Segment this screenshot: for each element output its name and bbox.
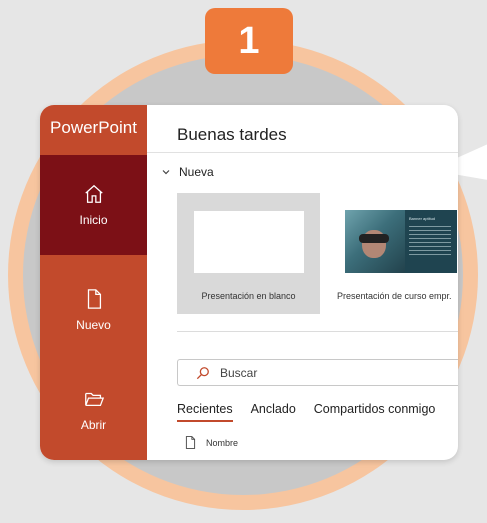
sidebar-item-label: Abrir <box>80 418 107 432</box>
folder-open-icon <box>84 392 104 407</box>
sidebar-item-abrir[interactable]: Abrir <box>40 360 147 460</box>
sidebar-item-inicio[interactable]: Inicio <box>40 155 147 255</box>
template-caption: Presentación de curso empr. <box>337 291 452 301</box>
new-document-icon <box>87 289 101 309</box>
template-course-presentation[interactable]: Banner aptitud Presentación de curso emp… <box>337 193 458 314</box>
template-thumbnail <box>194 211 304 273</box>
file-icon <box>185 436 196 449</box>
file-tabs: Recientes Anclado Compartidos conmigo <box>177 402 435 422</box>
powerpoint-window: PowerPoint Inicio Nuevo Abrir Buenas tar… <box>40 105 458 460</box>
home-icon <box>84 184 103 203</box>
sidebar-item-label: Nuevo <box>76 318 111 332</box>
tab-anclado[interactable]: Anclado <box>251 402 296 422</box>
search-icon <box>196 366 209 379</box>
new-section-label: Nueva <box>179 165 214 179</box>
search-input[interactable]: Buscar <box>177 359 458 386</box>
template-thumbnail: Banner aptitud <box>345 210 457 273</box>
step-number-badge: 1 <box>205 8 293 74</box>
sidebar-item-nuevo[interactable]: Nuevo <box>40 260 147 360</box>
file-list-header: Nombre <box>185 436 238 449</box>
chevron-down-icon <box>162 170 170 175</box>
search-placeholder: Buscar <box>220 365 258 380</box>
template-blank-presentation[interactable]: Presentación en blanco <box>177 193 320 314</box>
sidebar-item-label: Inicio <box>79 213 108 227</box>
template-caption: Presentación en blanco <box>201 291 296 301</box>
app-title: PowerPoint <box>50 118 137 137</box>
greeting-title: Buenas tardes <box>177 125 287 144</box>
main-content: Buenas tardes Nueva Presentación en blan… <box>147 105 458 460</box>
sidebar: PowerPoint Inicio Nuevo Abrir <box>40 105 147 460</box>
column-header-name[interactable]: Nombre <box>206 438 238 448</box>
thumbnail-vr-headset <box>359 234 389 243</box>
thumbnail-text-lines <box>409 226 451 256</box>
tab-compartidos-conmigo[interactable]: Compartidos conmigo <box>314 402 436 422</box>
tab-recientes[interactable]: Recientes <box>177 402 233 422</box>
header-divider <box>147 152 458 153</box>
thumbnail-title: Banner aptitud <box>409 216 436 221</box>
section-divider <box>177 331 458 332</box>
new-section-toggle[interactable]: Nueva <box>161 165 214 179</box>
